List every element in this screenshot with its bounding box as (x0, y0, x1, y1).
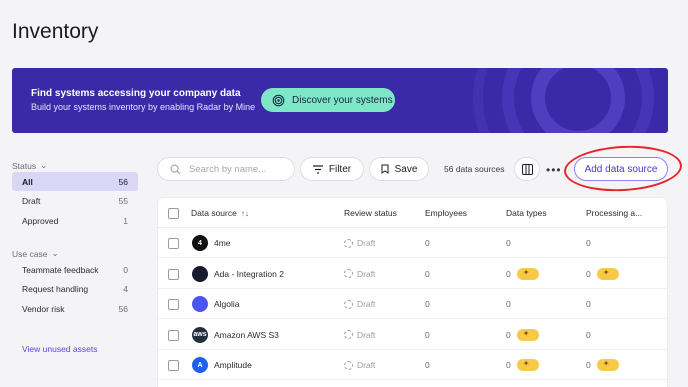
review-status: Draft (344, 228, 375, 258)
table-row[interactable]: Algolia Draft 0 0 0 (158, 289, 667, 319)
employees-count: 0 (425, 360, 430, 370)
search-box[interactable] (157, 157, 295, 181)
employees-count: 0 (425, 299, 430, 309)
column-data-source[interactable]: Data source ↑↓ (191, 198, 249, 228)
filter-icon (312, 164, 323, 174)
column-review-status[interactable]: Review status (344, 198, 397, 228)
columns-icon (521, 163, 533, 175)
data-types-count: 0 (506, 350, 539, 380)
processing-count: 0 (586, 350, 619, 380)
table-row[interactable]: A Amplitude Draft 0 0 0 (158, 350, 667, 380)
fingerprint-icon (272, 94, 285, 106)
chevron-down-icon: ⌄ (40, 160, 48, 170)
review-status: Draft (344, 350, 375, 380)
employees-count: 0 (425, 238, 430, 248)
ai-suggestion-badge[interactable] (516, 267, 539, 280)
row-checkbox[interactable] (168, 238, 179, 249)
banner-subtext: Build your systems inventory by enabling… (31, 102, 256, 112)
data-source-logo-icon: aws (192, 326, 208, 343)
data-source-name[interactable]: Amazon AWS S3 (214, 320, 279, 350)
data-types-count: 0 (506, 320, 539, 350)
data-types-count: 0 (506, 299, 511, 309)
table-header: Data source ↑↓ Review status Employees D… (158, 198, 667, 228)
sidebar-item-request-handling[interactable]: Request handling 4 (12, 279, 138, 298)
promo-banner: Find systems accessing your company data… (12, 68, 668, 133)
bookmark-icon (381, 164, 389, 174)
sidebar-item-all[interactable]: All 56 (12, 172, 138, 191)
discover-button-label: Discover your systems (292, 94, 393, 106)
data-sources-table: Data source ↑↓ Review status Employees D… (157, 197, 668, 387)
more-options-icon[interactable]: ••• (546, 163, 562, 177)
data-source-count: 56 data sources (444, 164, 505, 174)
row-checkbox[interactable] (168, 268, 179, 280)
view-unused-assets-link[interactable]: View unused assets (22, 344, 97, 354)
processing-count: 0 (586, 238, 591, 248)
banner-heading: Find systems accessing your company data (31, 88, 241, 99)
sidebar-item-teammate-feedback[interactable]: Teammate feedback 0 (12, 260, 138, 279)
data-source-logo-icon (192, 296, 208, 312)
column-processing[interactable]: Processing a... (586, 198, 642, 228)
sidebar-item-draft[interactable]: Draft 55 (12, 191, 138, 210)
ai-suggestion-badge[interactable] (516, 359, 539, 371)
draft-status-icon (344, 330, 353, 339)
table-row[interactable]: Ada - Integration 2 Draft 0 0 0 (158, 259, 667, 289)
employees-count: 0 (425, 268, 430, 279)
data-source-logo-icon: 4 (192, 235, 208, 251)
discover-systems-button[interactable]: Discover your systems (261, 88, 395, 112)
data-types-count: 0 (506, 259, 539, 289)
columns-button[interactable] (514, 157, 540, 181)
data-source-name[interactable]: Amplitude (214, 350, 252, 380)
select-all-checkbox[interactable] (168, 208, 179, 219)
sort-icon[interactable]: ↑↓ (241, 209, 249, 218)
sidebar-item-vendor-risk[interactable]: Vendor risk 56 (12, 299, 138, 318)
column-data-types[interactable]: Data types (506, 198, 547, 228)
draft-status-icon (344, 299, 353, 309)
row-checkbox[interactable] (168, 360, 179, 371)
employees-count: 0 (425, 329, 430, 340)
save-button[interactable]: Save (369, 157, 429, 181)
table-row[interactable]: aws Amazon AWS S3 Draft 0 0 0 (158, 320, 667, 350)
search-icon (170, 164, 181, 175)
data-source-name[interactable]: Ada - Integration 2 (214, 259, 284, 289)
column-employees[interactable]: Employees (425, 198, 467, 228)
decorative-rings (473, 68, 668, 133)
review-status: Draft (344, 289, 375, 319)
chevron-down-icon: ⌄ (51, 248, 59, 258)
status-heading[interactable]: Status ⌄ (12, 160, 47, 171)
add-data-source-button[interactable]: Add data source (574, 157, 668, 181)
filter-button[interactable]: Filter (300, 157, 364, 181)
processing-count: 0 (586, 299, 591, 309)
row-checkbox[interactable] (168, 329, 179, 341)
ai-suggestion-badge[interactable] (516, 328, 539, 341)
data-source-name[interactable]: Algolia (214, 289, 240, 319)
processing-count: 0 (586, 329, 591, 340)
sidebar-item-approved[interactable]: Approved 1 (12, 211, 138, 230)
data-source-name[interactable]: 4me (214, 228, 231, 258)
usecase-heading[interactable]: Use case ⌄ (12, 248, 59, 259)
search-input[interactable] (189, 163, 285, 175)
row-checkbox[interactable] (168, 299, 179, 310)
processing-count: 0 (586, 259, 619, 289)
data-source-logo-icon: A (192, 357, 208, 373)
ai-suggestion-badge[interactable] (596, 267, 619, 280)
draft-status-icon (344, 360, 353, 370)
ai-suggestion-badge[interactable] (596, 359, 619, 371)
draft-status-icon (344, 238, 353, 248)
data-types-count: 0 (506, 238, 511, 248)
table-row[interactable]: 4 4me Draft 0 0 0 (158, 228, 667, 258)
draft-status-icon (344, 269, 353, 278)
review-status: Draft (344, 259, 375, 289)
page-title: Inventory (12, 20, 99, 43)
data-source-logo-icon (192, 265, 208, 282)
review-status: Draft (344, 320, 375, 350)
